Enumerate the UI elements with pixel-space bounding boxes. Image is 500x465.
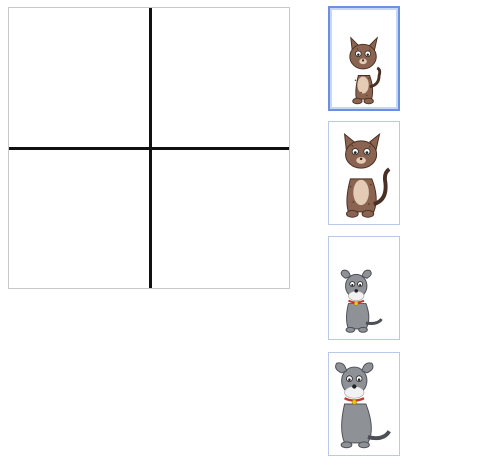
picture-card-dog-2[interactable] [328, 352, 400, 456]
dog-icon [340, 269, 383, 333]
picture-card-dog-1[interactable] [328, 236, 400, 340]
grid-cell-bottom-left[interactable] [9, 150, 149, 289]
grid-cell-top-right[interactable] [152, 8, 292, 147]
cat-icon [349, 36, 382, 105]
grid-cell-top-left[interactable] [9, 8, 149, 147]
grid-divider-horizontal [9, 147, 289, 150]
picture-card-cat-2[interactable] [328, 121, 400, 225]
cat-icon [343, 132, 391, 218]
drop-grid [8, 7, 290, 289]
picture-card-cat-1[interactable] [328, 6, 400, 111]
grid-cell-bottom-right[interactable] [152, 150, 292, 289]
dog-icon [335, 362, 391, 449]
